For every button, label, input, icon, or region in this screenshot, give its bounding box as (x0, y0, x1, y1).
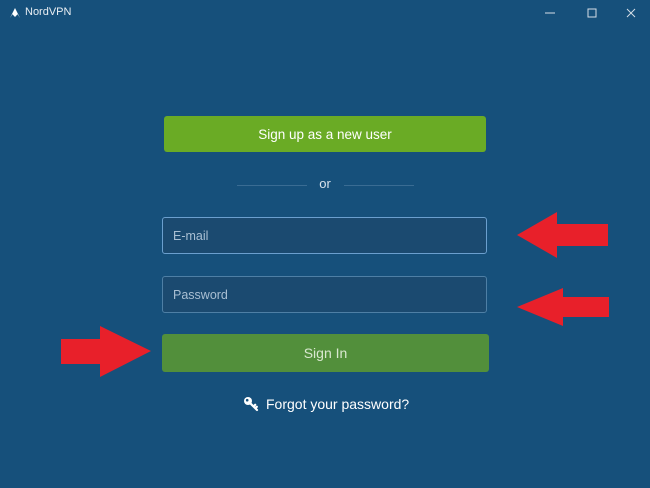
close-button[interactable] (619, 2, 643, 24)
maximize-icon (587, 8, 597, 18)
close-icon (626, 8, 636, 18)
or-label: or (319, 176, 331, 191)
signin-button[interactable]: Sign In (162, 334, 489, 372)
minimize-icon (545, 12, 555, 14)
nordvpn-logo-icon (10, 8, 20, 18)
divider-right (344, 185, 414, 186)
forgot-password-label: Forgot your password? (266, 396, 410, 412)
maximize-button[interactable] (580, 2, 604, 24)
password-field[interactable]: Password (162, 276, 487, 313)
email-field[interactable]: E-mail (162, 217, 487, 254)
window-title: NordVPN (25, 6, 72, 18)
signup-button[interactable]: Sign up as a new user (164, 116, 486, 152)
minimize-button[interactable] (538, 2, 562, 24)
divider-left (237, 185, 307, 186)
email-placeholder: E-mail (173, 228, 209, 243)
arrow-pointing-email-icon (517, 212, 608, 258)
password-placeholder: Password (173, 287, 228, 302)
forgot-password-link[interactable]: Forgot your password? (243, 394, 409, 414)
arrow-pointing-signin-icon (61, 326, 151, 377)
key-icon (244, 397, 259, 412)
title-bar: NordVPN (0, 0, 650, 26)
arrow-pointing-password-icon (517, 288, 609, 326)
